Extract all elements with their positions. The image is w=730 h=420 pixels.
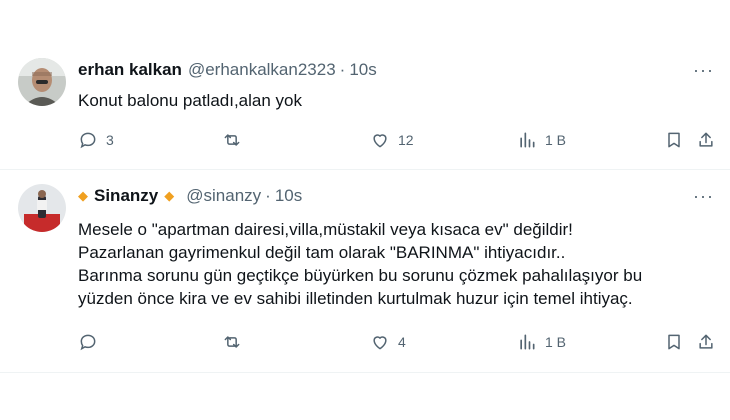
tweet-text-line: yüzden önce kira ve ev sahibi illetinden…: [78, 289, 633, 308]
author-name[interactable]: Sinanzy: [94, 186, 158, 206]
divider: [0, 169, 730, 170]
action-bar: 3 12 1 B: [78, 130, 716, 154]
tweet-header: erhan kalkan @erhankalkan2323 · 10s: [78, 60, 377, 80]
divider: [0, 372, 730, 373]
author-handle[interactable]: @sinanzy: [186, 186, 261, 206]
tweet-text-line: Mesele o "apartman dairesi,villa,müstaki…: [78, 220, 573, 239]
views-count: 1 B: [545, 334, 567, 350]
repost-icon: [224, 134, 240, 146]
tweet-text-line: Barınma sorunu gün geçtikçe büyürken bu …: [78, 266, 643, 285]
bookmark-icon: [668, 132, 680, 148]
like-count: 4: [398, 334, 406, 350]
timestamp[interactable]: 10s: [349, 60, 376, 80]
views-icon: [520, 132, 535, 148]
bookmark-button[interactable]: [664, 130, 684, 150]
tweet-text: Konut balonu patladı,alan yok: [78, 89, 710, 112]
tweet-text: Mesele o "apartman dairesi,villa,müstaki…: [78, 218, 710, 310]
reply-button[interactable]: 3: [78, 130, 114, 150]
views-icon: [520, 334, 535, 350]
diamond-icon: ◆: [164, 188, 175, 203]
like-button[interactable]: 12: [370, 130, 414, 150]
author-handle[interactable]: @erhankalkan2323: [188, 60, 336, 80]
share-icon: [699, 132, 713, 147]
share-icon: [699, 334, 713, 349]
like-count: 12: [398, 132, 414, 148]
reply-count: 3: [106, 132, 114, 148]
share-button[interactable]: [696, 332, 716, 352]
share-button[interactable]: [696, 130, 716, 150]
bookmark-icon: [668, 334, 680, 350]
repost-button[interactable]: [222, 332, 250, 352]
more-icon[interactable]: ···: [693, 60, 714, 81]
avatar[interactable]: [18, 184, 66, 232]
views-button[interactable]: 1 B: [517, 332, 566, 352]
like-icon: [373, 336, 387, 350]
like-icon: [373, 134, 387, 148]
reply-icon: [80, 132, 96, 149]
more-icon[interactable]: ···: [693, 186, 714, 207]
separator-dot: ·: [265, 186, 271, 205]
tweet-header: ◆ Sinanzy ◆ @sinanzy · 10s: [78, 186, 302, 206]
reply-icon: [80, 334, 96, 351]
separator-dot: ·: [339, 60, 346, 79]
author-name[interactable]: erhan kalkan: [78, 60, 182, 80]
bookmark-button[interactable]: [664, 332, 684, 352]
diamond-icon: ◆: [78, 188, 88, 203]
like-button[interactable]: 4: [370, 332, 406, 352]
avatar[interactable]: [18, 58, 66, 106]
views-count: 1 B: [545, 132, 567, 148]
action-bar: 4 1 B: [78, 332, 716, 356]
views-button[interactable]: 1 B: [517, 130, 566, 150]
timestamp[interactable]: 10s: [275, 186, 302, 206]
repost-button[interactable]: [222, 130, 250, 150]
reply-button[interactable]: [78, 332, 106, 352]
tweet-text-line: Konut balonu patladı,alan yok: [78, 91, 303, 110]
repost-icon: [224, 336, 240, 348]
tweet-text-line: Pazarlanan gayrimenkul değil tam olarak …: [78, 243, 566, 262]
